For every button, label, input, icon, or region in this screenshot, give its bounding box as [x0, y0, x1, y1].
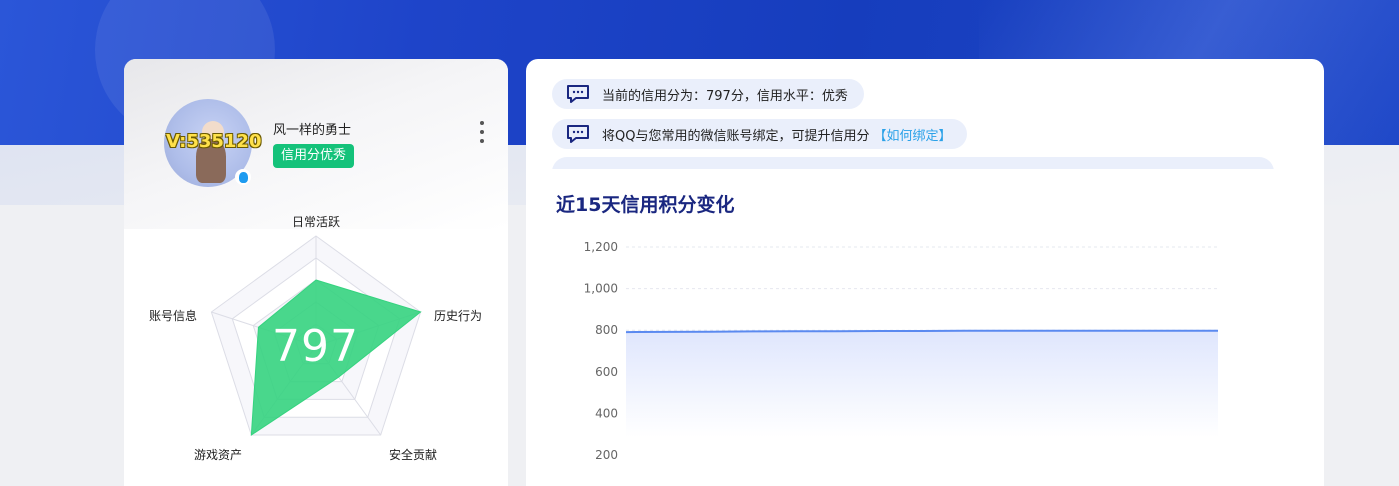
vip-number: V:535120 — [166, 131, 262, 152]
credit-score: 797 — [272, 321, 359, 372]
y-tick-label: 600 — [595, 365, 618, 379]
y-tick-label: 200 — [595, 448, 618, 462]
radar-label-security: 安全贡献 — [389, 448, 438, 462]
more-options-icon[interactable] — [474, 121, 490, 143]
credit-info-card: 当前的信用分为：797分，信用水平：优秀 将QQ与您常用的微信账号绑定，可提升信… — [526, 59, 1324, 486]
chart-area — [626, 330, 1218, 437]
credit-trend-chart: 200 400 600 800 1,000 1,200 — [584, 240, 1219, 462]
credit-level-badge: 信用分优秀 — [273, 144, 355, 168]
radar-label-history: 历史行为 — [434, 309, 483, 323]
username: 风一样的勇士 — [273, 123, 352, 138]
y-tick-label: 1,000 — [584, 282, 618, 296]
profile-card: V:535120 风一样的勇士 信用分优秀 日常活跃 历史行为 安全贡献 游戏资… — [124, 59, 508, 486]
radar-label-game-assets: 游戏资产 — [194, 448, 243, 462]
qq-penguin-icon — [235, 169, 251, 185]
radar-label-daily-activity: 日常活跃 — [292, 215, 341, 229]
y-tick-label: 800 — [595, 323, 618, 337]
y-tick-label: 1,200 — [584, 240, 618, 254]
radar-label-account-info: 账号信息 — [149, 309, 198, 323]
y-tick-label: 400 — [595, 406, 618, 420]
